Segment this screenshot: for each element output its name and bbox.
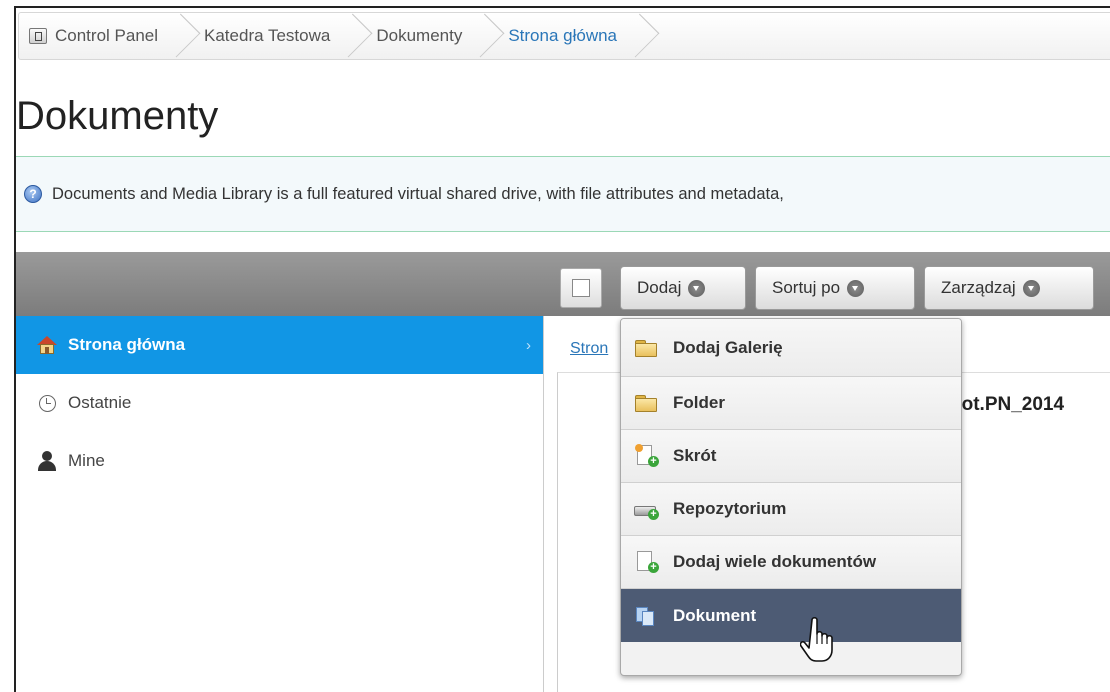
clock-icon [36,392,58,414]
folder-icon [633,392,659,414]
sort-button[interactable]: Sortuj po [755,266,915,310]
menu-item-dokument[interactable]: Dokument [621,589,961,642]
info-text: Documents and Media Library is a full fe… [52,184,784,203]
breadcrumb-control-panel[interactable]: Control Panel [19,13,201,59]
repository-icon: + [633,498,659,520]
menu-item-dodaj-galerie[interactable]: Dodaj Galerię [621,319,961,377]
sidebar-header [16,252,543,316]
menu-item-label: Dodaj Galerię [673,337,783,357]
breadcrumb-separator [615,13,660,58]
document-icon [633,605,659,627]
info-message: ? Documents and Media Library is a full … [16,156,1110,232]
breadcrumb-label: Control Panel [55,26,159,45]
sort-button-label: Sortuj po [772,278,841,297]
chevron-right-icon: › [526,336,531,354]
add-button[interactable]: Dodaj [620,266,746,310]
user-icon [36,450,58,472]
sidebar-item-mine[interactable]: Mine [16,432,543,490]
breadcrumb-label: Strona główna [508,26,618,45]
breadcrumb-katedra[interactable]: Katedra Testowa [188,13,373,59]
menu-item-label: Folder [673,393,725,412]
control-panel-icon [29,28,47,44]
dropdown-arrow-icon [688,279,706,297]
breadcrumb-label: Katedra Testowa [204,26,331,45]
hand-cursor-icon [800,616,833,662]
sidebar-item-label: Strona główna [68,335,186,354]
sidebar: Strona główna › Ostatnie Mine [16,316,544,692]
document-title[interactable]: Fot.PN_2014 [950,394,1064,416]
menu-item-label: Dodaj wiele dokumentów [673,552,877,571]
sidebar-item-label: Ostatnie [68,393,132,412]
dropdown-arrow-icon [847,279,865,297]
menu-item-label: Skrót [673,446,717,465]
page-title: Dokumenty [16,94,219,138]
menu-item-dodaj-wiele-dokumentow[interactable]: + Dodaj wiele dokumentów [621,536,961,589]
manage-button-label: Zarządzaj [941,278,1016,297]
add-dropdown-menu: Dodaj Galerię Folder + Skrót + Repozytor… [620,318,962,676]
dropdown-arrow-icon [1022,279,1040,297]
shortcut-icon: + [633,444,659,467]
breadcrumb-label: Dokumenty [376,26,463,45]
multiple-documents-icon: + [633,551,659,573]
sidebar-item-ostatnie[interactable]: Ostatnie [16,374,543,432]
menu-item-repozytorium[interactable]: + Repozytorium [621,483,961,536]
help-icon: ? [24,185,42,203]
select-all-wrapper[interactable] [560,268,602,308]
main-breadcrumb-link[interactable]: Stron [570,340,608,358]
manage-button[interactable]: Zarządzaj [924,266,1094,310]
home-icon [36,334,58,356]
breadcrumb-dokumenty[interactable]: Dokumenty [360,13,505,59]
menu-item-folder[interactable]: Folder [621,377,961,430]
select-all-checkbox[interactable] [572,279,590,297]
menu-item-label: Dokument [673,605,757,625]
sidebar-item-label: Mine [68,451,105,470]
menu-item-skrot[interactable]: + Skrót [621,430,961,483]
folder-icon [633,337,659,359]
add-button-label: Dodaj [637,278,682,297]
sidebar-item-strona-glowna[interactable]: Strona główna › [16,316,543,374]
breadcrumb: Control Panel Katedra Testowa Dokumenty … [18,12,1110,60]
menu-item-label: Repozytorium [673,499,787,518]
breadcrumb-strona-glowna[interactable]: Strona główna [492,13,660,59]
